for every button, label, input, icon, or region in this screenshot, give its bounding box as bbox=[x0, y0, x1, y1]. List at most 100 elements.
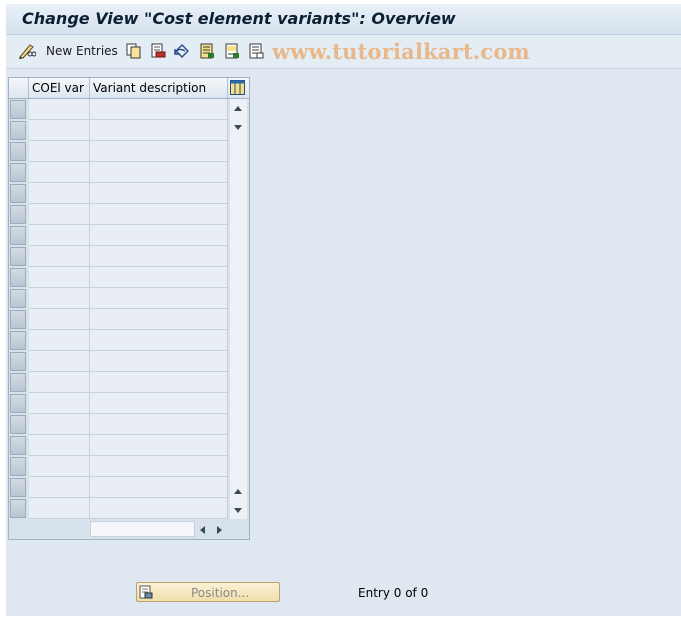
position-label: Position... bbox=[191, 586, 250, 600]
coel-var-cell[interactable] bbox=[29, 456, 90, 477]
table-row bbox=[9, 309, 229, 330]
variant-description-cell[interactable] bbox=[90, 498, 228, 519]
column-header-coel-var[interactable]: COEl var bbox=[29, 78, 90, 98]
scroll-page-up-icon[interactable] bbox=[234, 489, 242, 494]
scroll-page-down-icon[interactable] bbox=[234, 508, 242, 513]
row-selector[interactable] bbox=[10, 457, 26, 476]
row-selector[interactable] bbox=[10, 100, 26, 119]
row-selector[interactable] bbox=[10, 499, 26, 518]
table-row bbox=[9, 267, 229, 288]
select-block-button[interactable] bbox=[224, 43, 240, 59]
row-selector[interactable] bbox=[10, 247, 26, 266]
new-entries-label: New Entries bbox=[46, 44, 118, 58]
variant-description-cell[interactable] bbox=[90, 183, 228, 204]
horizontal-scrollbar[interactable] bbox=[90, 521, 195, 537]
column-header-variant-description[interactable]: Variant description bbox=[90, 78, 228, 98]
select-all-button[interactable] bbox=[199, 43, 215, 59]
coel-var-cell[interactable] bbox=[29, 498, 90, 519]
table-row bbox=[9, 414, 229, 435]
coel-var-cell[interactable] bbox=[29, 288, 90, 309]
variant-description-cell[interactable] bbox=[90, 477, 228, 498]
coel-var-cell[interactable] bbox=[29, 246, 90, 267]
copy-icon bbox=[126, 43, 141, 59]
position-icon bbox=[139, 585, 153, 599]
variant-description-cell[interactable] bbox=[90, 393, 228, 414]
coel-var-cell[interactable] bbox=[29, 225, 90, 246]
variant-description-cell[interactable] bbox=[90, 435, 228, 456]
variant-description-cell[interactable] bbox=[90, 141, 228, 162]
delete-button[interactable] bbox=[150, 43, 166, 59]
undo-button[interactable] bbox=[174, 43, 190, 59]
select-block-icon bbox=[225, 43, 239, 59]
variant-description-cell[interactable] bbox=[90, 267, 228, 288]
coel-var-cell[interactable] bbox=[29, 372, 90, 393]
row-selector[interactable] bbox=[10, 394, 26, 413]
variant-description-cell[interactable] bbox=[90, 456, 228, 477]
scroll-down-icon[interactable] bbox=[234, 125, 242, 130]
select-all-icon bbox=[200, 43, 214, 59]
coel-var-cell[interactable] bbox=[29, 330, 90, 351]
table-row bbox=[9, 162, 229, 183]
variant-description-cell[interactable] bbox=[90, 351, 228, 372]
delete-icon bbox=[151, 43, 166, 58]
row-selector[interactable] bbox=[10, 184, 26, 203]
coel-var-cell[interactable] bbox=[29, 477, 90, 498]
variant-description-cell[interactable] bbox=[90, 309, 228, 330]
title-bar: Change View "Cost element variants": Ove… bbox=[6, 4, 681, 35]
coel-var-cell[interactable] bbox=[29, 120, 90, 141]
row-selector[interactable] bbox=[10, 205, 26, 224]
row-selector[interactable] bbox=[10, 373, 26, 392]
coel-var-cell[interactable] bbox=[29, 414, 90, 435]
coel-var-cell[interactable] bbox=[29, 393, 90, 414]
row-selector[interactable] bbox=[10, 331, 26, 350]
variant-description-cell[interactable] bbox=[90, 225, 228, 246]
variant-description-cell[interactable] bbox=[90, 372, 228, 393]
row-selector[interactable] bbox=[10, 289, 26, 308]
row-selector[interactable] bbox=[10, 163, 26, 182]
table-row bbox=[9, 372, 229, 393]
variant-description-cell[interactable] bbox=[90, 330, 228, 351]
scroll-up-icon[interactable] bbox=[234, 106, 242, 111]
coel-var-cell[interactable] bbox=[29, 183, 90, 204]
position-button[interactable]: Position... bbox=[136, 582, 280, 602]
coel-var-cell[interactable] bbox=[29, 435, 90, 456]
row-selector[interactable] bbox=[10, 478, 26, 497]
variant-description-cell[interactable] bbox=[90, 204, 228, 225]
coel-var-cell[interactable] bbox=[29, 204, 90, 225]
deselect-all-button[interactable] bbox=[248, 43, 264, 59]
table-row bbox=[9, 183, 229, 204]
coel-var-cell[interactable] bbox=[29, 351, 90, 372]
coel-var-cell[interactable] bbox=[29, 141, 90, 162]
coel-var-cell[interactable] bbox=[29, 309, 90, 330]
table-row bbox=[9, 288, 229, 309]
coel-var-cell[interactable] bbox=[29, 162, 90, 183]
copy-button[interactable] bbox=[126, 43, 142, 59]
variant-description-cell[interactable] bbox=[90, 246, 228, 267]
row-selector[interactable] bbox=[10, 121, 26, 140]
row-selector[interactable] bbox=[10, 142, 26, 161]
scroll-right-icon[interactable] bbox=[217, 526, 222, 534]
vertical-scrollbar[interactable] bbox=[230, 99, 247, 519]
coel-var-cell[interactable] bbox=[29, 267, 90, 288]
row-selector[interactable] bbox=[10, 352, 26, 371]
variant-description-cell[interactable] bbox=[90, 288, 228, 309]
new-entries-button[interactable]: New Entries bbox=[46, 43, 118, 59]
coel-var-cell[interactable] bbox=[29, 99, 90, 120]
table-row bbox=[9, 351, 229, 372]
row-selector[interactable] bbox=[10, 310, 26, 329]
table-row bbox=[9, 498, 229, 519]
row-selector[interactable] bbox=[10, 415, 26, 434]
variant-description-cell[interactable] bbox=[90, 414, 228, 435]
table-settings-button[interactable] bbox=[230, 80, 245, 95]
variant-description-cell[interactable] bbox=[90, 162, 228, 183]
variant-description-cell[interactable] bbox=[90, 99, 228, 120]
change-display-button[interactable] bbox=[18, 43, 36, 59]
row-selector[interactable] bbox=[10, 268, 26, 287]
row-selector[interactable] bbox=[10, 436, 26, 455]
select-all-rows-cell[interactable] bbox=[9, 78, 29, 98]
variant-description-cell[interactable] bbox=[90, 120, 228, 141]
row-selector[interactable] bbox=[10, 226, 26, 245]
scroll-left-icon[interactable] bbox=[200, 526, 205, 534]
entry-counter: Entry 0 of 0 bbox=[358, 586, 429, 600]
deselect-all-icon bbox=[249, 43, 264, 59]
